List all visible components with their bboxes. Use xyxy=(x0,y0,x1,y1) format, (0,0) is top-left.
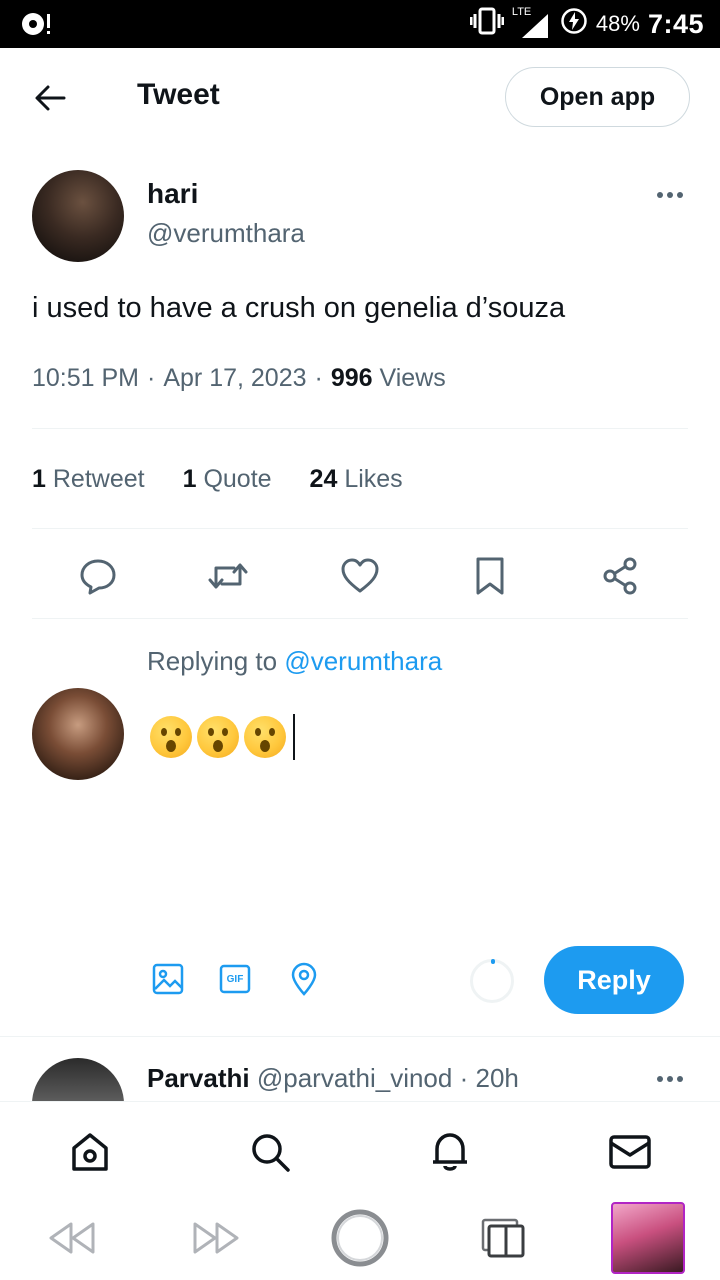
character-count-ring xyxy=(470,959,514,1003)
bell-icon xyxy=(433,1133,467,1171)
text-cursor xyxy=(293,714,295,760)
nav-notifications-button[interactable] xyxy=(428,1130,472,1174)
share-action-button[interactable] xyxy=(598,554,642,598)
tweet-stats: 1 Retweet 1 Quote 24 Likes xyxy=(32,465,403,494)
quotes-count: 1 xyxy=(182,465,197,493)
browser-forward-button[interactable] xyxy=(190,1210,242,1266)
image-icon xyxy=(152,963,184,995)
reply-text-input[interactable] xyxy=(150,714,295,760)
gif-label: GIF xyxy=(226,973,244,985)
replying-to: Replying to @verumthara xyxy=(147,646,442,677)
replying-prefix: Replying to xyxy=(147,646,278,676)
more-horizontal-icon xyxy=(657,192,663,198)
home-icon xyxy=(72,1133,108,1171)
author-handle[interactable]: @verumthara xyxy=(147,218,305,249)
tweet-text: i used to have a crush on genelia d’souz… xyxy=(32,292,566,324)
open-app-button[interactable]: Open app xyxy=(505,67,690,127)
current-user-avatar xyxy=(32,688,124,780)
nav-messages-button[interactable] xyxy=(608,1130,652,1174)
hushed-face-emoji xyxy=(150,716,192,758)
tabs-icon xyxy=(481,1218,525,1258)
clock: 7:45 xyxy=(647,8,704,39)
search-icon xyxy=(252,1134,290,1172)
nav-search-button[interactable] xyxy=(248,1130,292,1174)
heart-icon xyxy=(341,558,379,593)
page-title: Tweet xyxy=(137,78,220,111)
divider xyxy=(32,428,688,429)
meta-separator: · xyxy=(314,364,323,392)
reply-author-name[interactable]: Parvathi xyxy=(147,1063,250,1093)
more-options-button[interactable] xyxy=(657,192,683,198)
divider xyxy=(32,528,688,529)
location-pin-icon xyxy=(291,962,317,996)
composer-toolbar: GIF Reply xyxy=(0,946,720,1014)
browser-profile-thumbnail[interactable] xyxy=(611,1202,685,1274)
battery-saver-icon xyxy=(560,7,588,42)
meta-separator: · xyxy=(459,1063,469,1093)
fast-forward-icon xyxy=(193,1222,239,1254)
add-gif-button[interactable]: GIF xyxy=(218,962,252,996)
add-location-button[interactable] xyxy=(287,962,321,996)
divider xyxy=(32,618,688,619)
hushed-face-emoji xyxy=(197,716,239,758)
arrow-left-icon xyxy=(35,85,66,111)
share-icon xyxy=(603,557,637,595)
retweets-label: Retweet xyxy=(52,465,145,493)
retweet-action-button[interactable] xyxy=(206,554,250,598)
tweet-actions xyxy=(0,548,720,604)
bottom-navigation xyxy=(0,1101,720,1196)
bookmark-icon xyxy=(476,557,504,595)
retweets-stat[interactable]: 1 Retweet xyxy=(32,465,145,494)
comment-icon xyxy=(80,559,116,595)
likes-stat[interactable]: 24 Likes xyxy=(310,465,403,494)
reply-author-line: Parvathi @parvathi_vinod · 20h xyxy=(147,1063,519,1094)
ring-icon xyxy=(331,1209,389,1267)
reply-more-options-button[interactable] xyxy=(657,1076,683,1082)
quotes-label: Quote xyxy=(203,465,272,493)
divider xyxy=(0,1036,720,1037)
rewind-icon xyxy=(49,1222,95,1254)
browser-toolbar xyxy=(0,1196,720,1280)
like-action-button[interactable] xyxy=(338,554,382,598)
status-bar: LTE 48% 7:45 xyxy=(0,0,720,48)
mail-icon xyxy=(609,1135,651,1169)
nav-home-button[interactable] xyxy=(68,1130,112,1174)
battery-percent: 48% xyxy=(595,11,640,36)
replying-handle[interactable]: @verumthara xyxy=(284,646,442,676)
reply-author-handle[interactable]: @parvathi_vinod xyxy=(257,1063,453,1093)
views-count: 996 xyxy=(330,364,373,392)
media-notification-icon xyxy=(18,10,54,38)
quotes-stat[interactable]: 1 Quote xyxy=(183,465,272,494)
browser-back-button[interactable] xyxy=(46,1210,98,1266)
reply-age: 20h xyxy=(475,1063,519,1093)
bookmark-action-button[interactable] xyxy=(468,554,512,598)
retweets-count: 1 xyxy=(32,465,46,493)
back-button[interactable] xyxy=(30,78,70,118)
hushed-face-emoji xyxy=(244,716,286,758)
likes-count: 24 xyxy=(309,465,338,493)
tweet-meta: 10:51 PM · Apr 17, 2023 · 996 Views xyxy=(32,364,446,393)
retweet-icon xyxy=(208,563,248,589)
tweet-header: Tweet Open app xyxy=(0,48,720,146)
likes-label: Likes xyxy=(344,465,403,493)
vibrate-icon xyxy=(469,7,505,42)
browser-tabs-button[interactable] xyxy=(478,1210,528,1266)
meta-separator: · xyxy=(147,364,156,392)
lte-signal-icon: LTE xyxy=(512,6,552,40)
more-horizontal-icon xyxy=(657,1076,663,1082)
tweet-time[interactable]: 10:51 PM xyxy=(32,364,139,393)
add-image-button[interactable] xyxy=(151,962,185,996)
tweet-date[interactable]: Apr 17, 2023 xyxy=(163,364,306,393)
reply-action-button[interactable] xyxy=(76,554,120,598)
views-label: Views xyxy=(379,364,446,392)
author-avatar[interactable] xyxy=(32,170,124,262)
browser-home-button[interactable] xyxy=(330,1209,390,1267)
reply-submit-button[interactable]: Reply xyxy=(544,946,684,1014)
author-name[interactable]: hari xyxy=(147,178,198,210)
